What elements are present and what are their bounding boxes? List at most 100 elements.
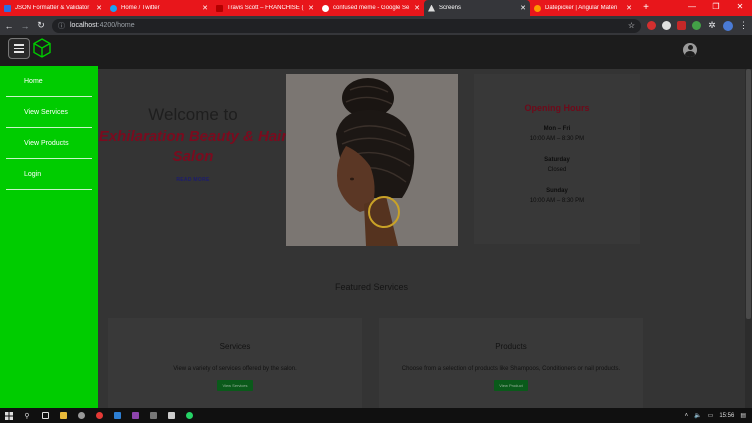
angular-material-icon bbox=[534, 4, 541, 12]
back-arrow-icon[interactable]: ← bbox=[4, 21, 14, 31]
browser-tab-json-formatter[interactable]: JSON Formatter & Validator ✕ bbox=[0, 0, 106, 16]
tab-title: confused meme - Google Se bbox=[333, 5, 410, 11]
info-icon[interactable]: ⓘ bbox=[58, 21, 65, 31]
welcome-heading: Welcome to bbox=[148, 105, 238, 124]
url-path: :4200/home bbox=[97, 22, 135, 29]
sidebar-item-view-products[interactable]: View Products bbox=[6, 128, 92, 159]
tab-title: Travis Scott – FRANCHISE (Lyr bbox=[227, 5, 305, 11]
menu-dots-icon[interactable]: ⋮ bbox=[739, 20, 748, 31]
close-icon[interactable]: ✕ bbox=[202, 4, 208, 12]
browser-tab-screens[interactable]: Screens ✕ bbox=[424, 0, 530, 16]
address-bar[interactable]: ⓘ localhost :4200/home ☆ bbox=[52, 18, 641, 33]
products-card: Products Choose from a selection of prod… bbox=[379, 318, 643, 408]
visual-studio-icon[interactable] bbox=[126, 408, 144, 423]
salon-name: Exhilaration Beauty & Hair Salon bbox=[98, 128, 288, 165]
chevron-up-icon[interactable]: ˄ bbox=[685, 413, 689, 419]
close-icon[interactable]: ✕ bbox=[96, 4, 102, 12]
hours-entry: Sunday 10:00 AM – 8:30 PM bbox=[474, 186, 640, 206]
close-window-icon[interactable]: ✕ bbox=[728, 0, 752, 16]
hours-day: Saturday bbox=[544, 157, 570, 163]
app-toolbar bbox=[0, 35, 752, 69]
chat-app-icon[interactable] bbox=[162, 408, 180, 423]
hours-time: 10:00 AM – 8:30 PM bbox=[529, 198, 585, 204]
twitter-icon bbox=[110, 4, 117, 12]
tab-title: Home / Twitter bbox=[121, 5, 160, 11]
sidebar: Home View Services View Products Login bbox=[0, 66, 98, 408]
task-view-icon[interactable] bbox=[36, 408, 54, 423]
search-icon[interactable]: ⚲ bbox=[18, 408, 36, 423]
puzzle-icon[interactable]: ✲ bbox=[707, 20, 717, 31]
chrome-icon[interactable] bbox=[90, 408, 108, 423]
whatsapp-icon[interactable] bbox=[180, 408, 198, 423]
network-icon[interactable]: ▭ bbox=[708, 412, 714, 419]
featured-services-heading: Featured Services bbox=[334, 282, 409, 292]
forward-arrow-icon[interactable]: → bbox=[20, 21, 30, 31]
notes-app-icon[interactable] bbox=[144, 408, 162, 423]
extension-green-icon[interactable] bbox=[692, 21, 701, 30]
system-tray: ˄ 🔈 ▭ 15:56 ▤ bbox=[685, 412, 752, 420]
windows-start-icon[interactable] bbox=[0, 408, 18, 423]
google-icon bbox=[322, 4, 329, 12]
hours-entry: Saturday Closed bbox=[474, 155, 640, 175]
new-tab-button[interactable]: + bbox=[636, 0, 656, 16]
maximize-icon[interactable]: ❐ bbox=[704, 0, 728, 16]
opening-hours-title: Opening Hours bbox=[524, 103, 590, 113]
url-host: localhost bbox=[70, 22, 98, 29]
extension-redbox-icon[interactable] bbox=[677, 21, 686, 30]
read-more-link[interactable]: READ MORE bbox=[98, 177, 288, 183]
tab-title: Datepicker | Angular Materi bbox=[545, 5, 618, 11]
browser-tab-datepicker[interactable]: Datepicker | Angular Materi ✕ bbox=[530, 0, 636, 16]
welcome-section: Welcome to Exhilaration Beauty & Hair Sa… bbox=[98, 105, 288, 183]
clock-time[interactable]: 15:56 bbox=[719, 413, 734, 419]
card-title: Services bbox=[219, 342, 251, 351]
cube-logo-icon bbox=[33, 38, 51, 58]
browser-tab-youtube[interactable]: Travis Scott – FRANCHISE (Lyr ✕ bbox=[212, 0, 318, 16]
page-scrollbar[interactable] bbox=[745, 69, 752, 408]
hours-day: Mon – Fri bbox=[543, 126, 571, 132]
vscode-icon[interactable] bbox=[108, 408, 126, 423]
notifications-icon[interactable]: ▤ bbox=[740, 412, 746, 419]
sidebar-item-home[interactable]: Home bbox=[6, 66, 92, 97]
browser-tab-google[interactable]: confused meme - Google Se ✕ bbox=[318, 0, 424, 16]
card-title: Products bbox=[495, 342, 527, 351]
sidebar-item-view-services[interactable]: View Services bbox=[6, 97, 92, 128]
minimize-icon[interactable]: — bbox=[680, 0, 704, 16]
hours-day: Sunday bbox=[546, 188, 568, 194]
card-text: View a variety of services offered by th… bbox=[173, 366, 297, 372]
services-card: Services View a variety of services offe… bbox=[108, 318, 362, 408]
close-icon[interactable]: ✕ bbox=[626, 4, 632, 12]
hours-time: 10:00 AM – 8:30 PM bbox=[529, 136, 585, 142]
volume-icon[interactable]: 🔈 bbox=[694, 412, 701, 419]
browser-toolbar: ← → ↻ ⓘ localhost :4200/home ☆ ✲ ⋮ bbox=[0, 16, 752, 35]
hours-time: Closed bbox=[547, 167, 567, 173]
profile-avatar[interactable] bbox=[723, 20, 733, 31]
close-icon[interactable]: ✕ bbox=[520, 4, 526, 12]
main-content: Welcome to Exhilaration Beauty & Hair Sa… bbox=[98, 69, 745, 408]
opening-hours-card: Opening Hours Mon – Fri 10:00 AM – 8:30 … bbox=[474, 74, 640, 244]
view-services-button[interactable]: View Services bbox=[217, 380, 253, 391]
account-circle-icon[interactable] bbox=[683, 43, 697, 57]
windows-taskbar: ⚲ ˄ 🔈 ▭ 15:56 ▤ bbox=[0, 408, 752, 423]
youtube-icon bbox=[216, 4, 223, 12]
hamburger-menu-button[interactable] bbox=[8, 38, 30, 59]
bookmark-star-icon[interactable]: ☆ bbox=[628, 21, 635, 30]
browser-tab-twitter[interactable]: Home / Twitter ✕ bbox=[106, 0, 212, 16]
view-product-button[interactable]: View Product bbox=[494, 380, 528, 391]
tab-title: JSON Formatter & Validator bbox=[15, 5, 90, 11]
extension-white-icon[interactable] bbox=[662, 21, 671, 30]
scrollbar-thumb[interactable] bbox=[746, 69, 751, 319]
extension-red-icon[interactable] bbox=[647, 21, 656, 30]
hero-image bbox=[286, 74, 458, 246]
reload-icon[interactable]: ↻ bbox=[36, 20, 46, 31]
card-text: Choose from a selection of products like… bbox=[401, 366, 621, 372]
sidebar-item-login[interactable]: Login bbox=[6, 159, 92, 190]
close-icon[interactable]: ✕ bbox=[308, 4, 314, 12]
angular-icon bbox=[428, 4, 435, 12]
close-icon[interactable]: ✕ bbox=[414, 4, 420, 12]
window-controls: — ❐ ✕ bbox=[680, 0, 752, 16]
clock-app-icon[interactable] bbox=[72, 408, 90, 423]
web-page: Welcome to Exhilaration Beauty & Hair Sa… bbox=[0, 35, 752, 408]
braided-hair-portrait bbox=[286, 74, 458, 246]
hours-entry: Mon – Fri 10:00 AM – 8:30 PM bbox=[474, 124, 640, 144]
file-explorer-icon[interactable] bbox=[54, 408, 72, 423]
